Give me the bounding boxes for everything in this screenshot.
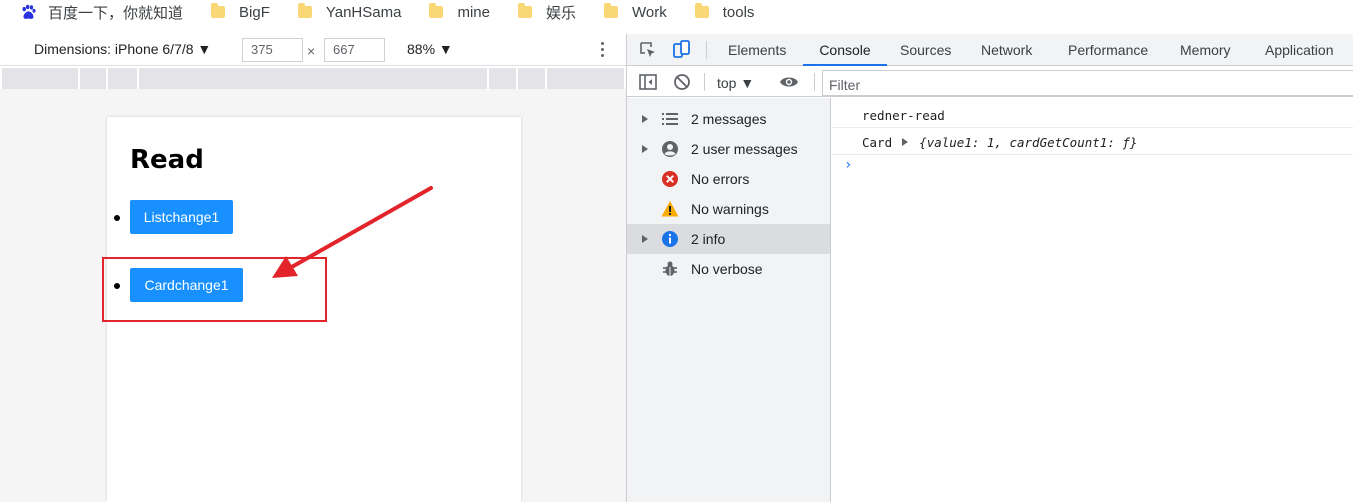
context-selector[interactable]: top ▼ (717, 75, 754, 91)
media-query-ruler[interactable] (2, 68, 624, 89)
console-object-preview[interactable]: {value1: 1, cardGetCount1: ƒ} (919, 135, 1137, 150)
list-icon (662, 113, 678, 125)
console-prompt-icon[interactable]: › (844, 157, 852, 173)
sidebar-item-info[interactable]: 2 info (627, 224, 830, 254)
bookmark-work[interactable]: Work (603, 0, 667, 24)
inspect-element-icon[interactable] (638, 40, 658, 60)
sidebar-item-label: 2 user messages (691, 141, 798, 157)
ruler-segment[interactable] (487, 68, 489, 89)
bookmark-label: BigF (239, 3, 270, 21)
height-input[interactable]: 667 (324, 38, 385, 62)
sidebar-item-user-messages[interactable]: 2 user messages (627, 134, 830, 164)
toolbar-separator (706, 41, 707, 59)
console-message-text: redner-read (862, 108, 945, 123)
console-output: redner-read Card {value1: 1, cardGetCoun… (832, 98, 1353, 502)
filter-input[interactable]: Filter (822, 70, 1353, 96)
bookmark-tools[interactable]: tools (694, 0, 755, 24)
bookmark-label: tools (722, 3, 755, 21)
devtools-tab-bar: Elements Console Sources Network Perform… (627, 34, 1353, 66)
toolbar-separator (704, 73, 705, 91)
list-bullet (114, 215, 120, 221)
bug-icon (663, 261, 677, 276)
zoom-select[interactable]: 88% ▼ (407, 41, 453, 57)
width-input[interactable]: 375 (242, 38, 303, 62)
folder-icon (603, 3, 618, 18)
listchange-button[interactable]: Listchange1 (130, 200, 233, 234)
ruler-segment[interactable] (78, 68, 80, 89)
sidebar-item-label: No verbose (691, 261, 763, 277)
ruler-segment[interactable] (516, 68, 518, 89)
expand-arrow-icon[interactable] (642, 235, 648, 243)
bookmark-label: 娱乐 (545, 4, 576, 22)
times-icon: × (307, 43, 316, 59)
bookmark-yule[interactable]: 娱乐 (517, 0, 576, 24)
sidebar-item-warnings[interactable]: No warnings (627, 194, 830, 224)
sidebar-item-errors[interactable]: No errors (627, 164, 830, 194)
console-message: redner-read (832, 101, 1353, 128)
error-icon (662, 171, 678, 187)
page-title: Read (130, 145, 204, 175)
tab-performance[interactable]: Performance (1068, 34, 1148, 66)
sidebar-item-label: No errors (691, 171, 750, 187)
warning-icon (661, 201, 679, 217)
expand-object-icon[interactable] (901, 138, 908, 146)
console-message[interactable]: Card {value1: 1, cardGetCount1: ƒ} (832, 128, 1353, 155)
annotation-highlight-box (102, 257, 327, 322)
device-toggle-icon[interactable] (671, 40, 691, 60)
bookmark-label: YanHSama (325, 3, 402, 21)
bookmark-yanhsama[interactable]: YanHSama (297, 0, 402, 24)
folder-icon (694, 3, 709, 18)
bookmark-bigf[interactable]: BigF (211, 0, 270, 24)
bookmarks-bar: 百度一下，你就知道 BigF YanHSama mine 娱乐 Work too… (0, 0, 1353, 24)
tab-console[interactable]: Console (803, 34, 887, 66)
user-icon (662, 141, 678, 157)
device-toolbar: Dimensions: iPhone 6/7/8 ▼ 375 × 667 88%… (0, 34, 626, 66)
toolbar-separator (814, 73, 815, 91)
sidebar-item-label: 2 messages (691, 111, 767, 127)
sidebar-item-label: No warnings (691, 201, 769, 217)
more-options-icon[interactable] (597, 41, 607, 59)
bookmark-label: Work (631, 3, 667, 21)
ruler-segment[interactable] (137, 68, 139, 89)
tab-network[interactable]: Network (981, 34, 1032, 66)
ruler-segment[interactable] (545, 68, 547, 89)
folder-icon (429, 3, 444, 18)
clear-console-icon[interactable] (672, 72, 692, 92)
bookmark-label: 百度一下，你就知道 (48, 4, 184, 22)
expand-arrow-icon[interactable] (642, 115, 648, 123)
tab-application[interactable]: Application (1265, 34, 1334, 66)
console-message-prefix: Card (862, 135, 900, 150)
info-icon (662, 231, 678, 247)
tab-elements[interactable]: Elements (728, 34, 786, 66)
ruler-segment[interactable] (106, 68, 108, 89)
console-sidebar: 2 messages 2 user messages No errors No … (627, 98, 831, 502)
sidebar-item-label: 2 info (691, 231, 726, 247)
folder-icon (297, 3, 312, 18)
folder-icon (517, 3, 532, 18)
bookmark-mine[interactable]: mine (429, 0, 490, 24)
tab-memory[interactable]: Memory (1180, 34, 1231, 66)
sidebar-item-messages[interactable]: 2 messages (627, 104, 830, 134)
bookmark-baidu[interactable]: 百度一下，你就知道 (20, 0, 183, 24)
eye-icon[interactable] (779, 72, 799, 92)
expand-arrow-icon[interactable] (642, 145, 648, 153)
baidu-paw-icon (22, 4, 36, 19)
tab-sources[interactable]: Sources (900, 34, 951, 66)
sidebar-toggle-icon[interactable] (638, 72, 658, 92)
sidebar-item-verbose[interactable]: No verbose (627, 254, 830, 284)
folder-icon (211, 3, 226, 18)
bookmark-label: mine (457, 3, 490, 21)
dimensions-select[interactable]: Dimensions: iPhone 6/7/8 ▼ (34, 41, 211, 57)
